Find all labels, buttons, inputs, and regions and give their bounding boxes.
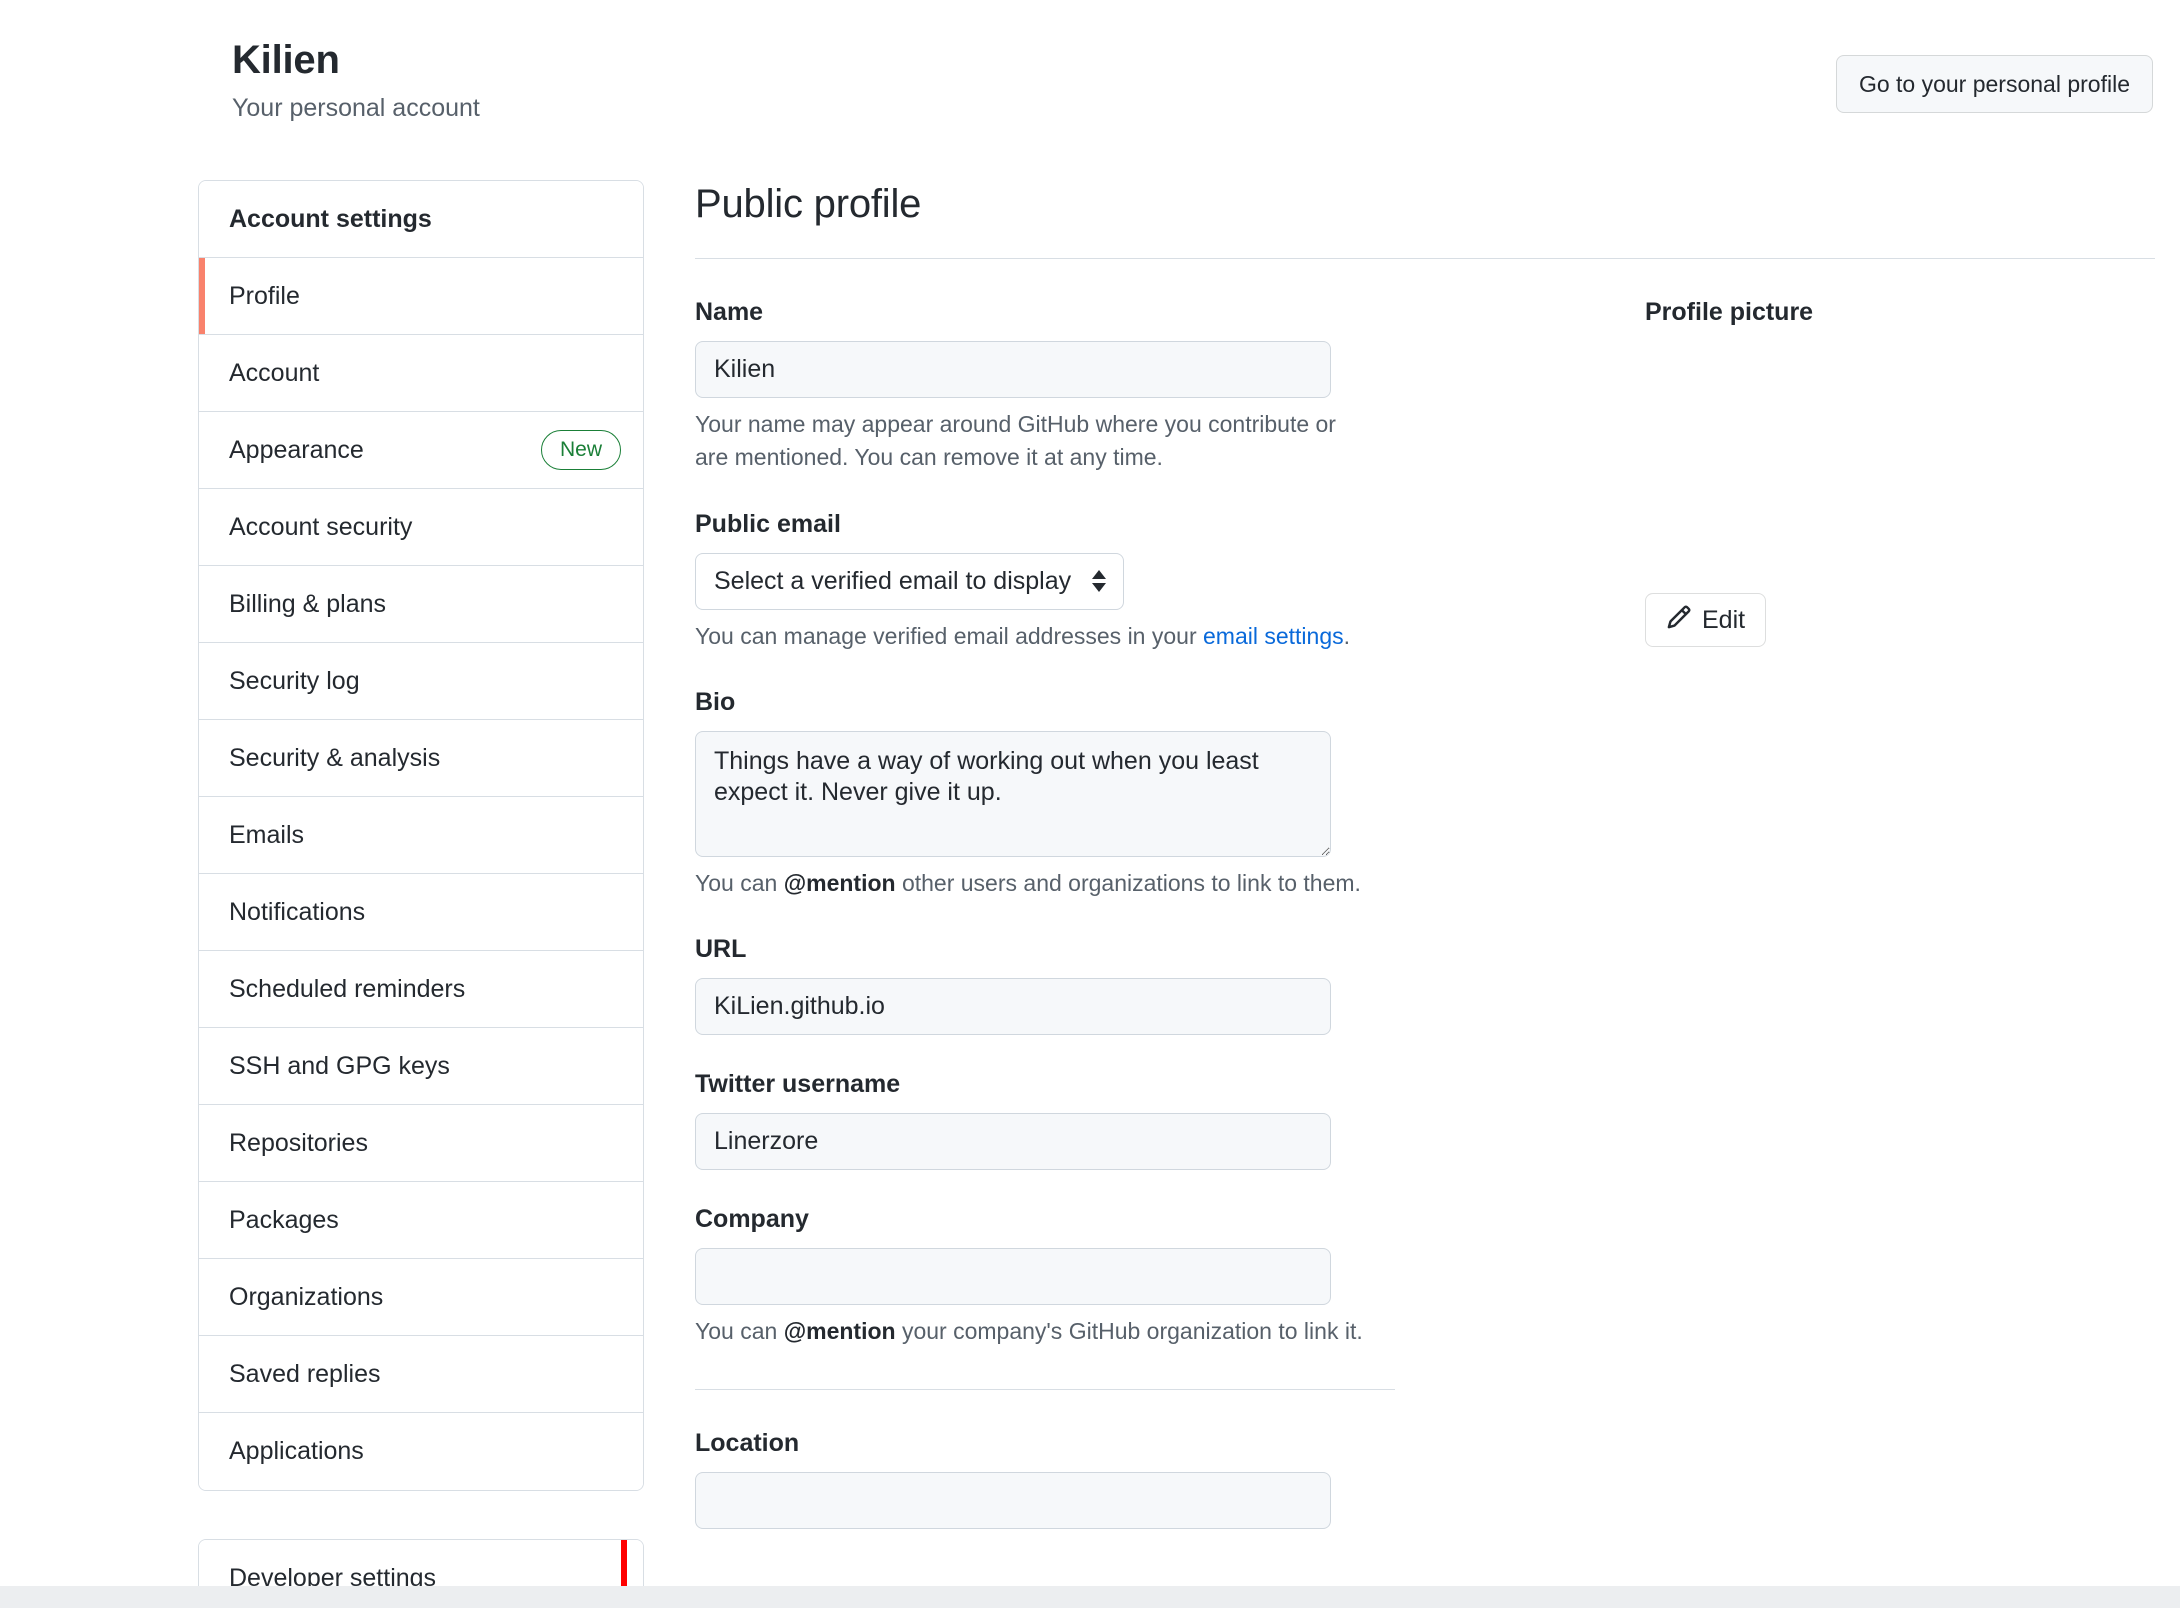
sidebar-item-notifications[interactable]: Notifications	[199, 874, 643, 951]
public-email-help-text: You can manage verified email addresses …	[695, 620, 1375, 653]
location-section-divider	[695, 1388, 1395, 1390]
company-help-text: You can @mention your company's GitHub o…	[695, 1315, 1375, 1348]
account-subtitle: Your personal account	[232, 94, 480, 122]
sidebar-item-label: SSH and GPG keys	[229, 1051, 450, 1080]
location-input[interactable]	[695, 1471, 1331, 1529]
settings-sidebar: Account settings Profile Account Appearanc…	[198, 180, 644, 1608]
sidebar-item-scheduled-reminders[interactable]: Scheduled reminders	[199, 951, 643, 1028]
sidebar-item-billing-plans[interactable]: Billing & plans	[199, 566, 643, 643]
chevron-updown-icon	[1090, 568, 1108, 594]
name-label: Name	[695, 298, 764, 326]
public-email-select-wrapper: Select a verified email to display	[695, 552, 1125, 610]
bio-help-prefix: You can	[695, 870, 784, 897]
sidebar-item-label: Account	[229, 358, 320, 387]
email-settings-link[interactable]: email settings	[1203, 623, 1344, 649]
sidebar-item-profile[interactable]: Profile	[199, 258, 643, 335]
twitter-label: Twitter username	[695, 1070, 901, 1099]
sidebar-item-label: Packages	[229, 1205, 339, 1234]
sidebar-item-saved-replies[interactable]: Saved replies	[199, 1336, 643, 1413]
public-email-field-group: Public email Select a verified email to …	[695, 509, 1595, 653]
sidebar-item-account[interactable]: Account	[199, 335, 643, 412]
sidebar-item-ssh-and-gpg-keys[interactable]: SSH and GPG keys	[199, 1028, 643, 1105]
company-help-mention: @mention	[783, 1318, 896, 1345]
company-help-prefix: You can	[695, 1318, 784, 1345]
sidebar-item-organizations[interactable]: Organizations	[199, 1259, 643, 1336]
public-email-selected-value: Select a verified email to display	[714, 566, 1072, 595]
public-email-select[interactable]: Select a verified email to display	[695, 552, 1125, 610]
pencil-icon	[1666, 604, 1692, 637]
avatar[interactable]	[1645, 345, 1925, 575]
sidebar-item-packages[interactable]: Packages	[199, 1182, 643, 1259]
sidebar-item-label: Notifications	[229, 897, 366, 926]
main-content: Public profile Name Your name may appear…	[695, 180, 2155, 1563]
location-label: Location	[695, 1428, 800, 1457]
sidebar-item-label: Appearance	[229, 435, 364, 464]
sidebar-item-label: Emails	[229, 820, 305, 849]
bio-help-text: You can @mention other users and organiz…	[695, 867, 1375, 900]
sidebar-item-label: Account security	[229, 512, 413, 541]
company-field-group: Company You can @mention your company's …	[695, 1204, 1595, 1348]
company-help-suffix: your company's GitHub organization to li…	[895, 1318, 1363, 1345]
sidebar-section-header-label: Account settings	[229, 204, 432, 233]
account-name: Kilien	[232, 38, 340, 82]
company-input[interactable]	[695, 1248, 1331, 1306]
edit-profile-picture-label: Edit	[1702, 605, 1746, 634]
name-field-group: Name Your name may appear around GitHub …	[695, 297, 1595, 475]
sidebar-item-label: Applications	[229, 1437, 364, 1465]
twitter-field-group: Twitter username	[695, 1069, 1595, 1171]
profile-form-column: Name Your name may appear around GitHub …	[695, 297, 1595, 1563]
profile-picture-heading: Profile picture	[1645, 298, 1814, 326]
twitter-input[interactable]	[695, 1113, 1331, 1171]
sidebar-item-label: Billing & plans	[229, 589, 387, 618]
name-help-text: Your name may appear around GitHub where…	[695, 411, 1336, 471]
page-title: Public profile	[695, 182, 922, 226]
go-to-personal-profile-button[interactable]: Go to your personal profile	[1835, 55, 2153, 113]
location-field-group: Location	[695, 1428, 1595, 1529]
company-label: Company	[695, 1205, 809, 1234]
name-input[interactable]	[695, 341, 1331, 398]
sidebar-item-repositories[interactable]: Repositories	[199, 1105, 643, 1182]
sidebar-item-emails[interactable]: Emails	[199, 797, 643, 874]
bio-label: Bio	[695, 688, 736, 717]
url-field-group: URL	[695, 934, 1595, 1036]
sidebar-item-label: Organizations	[229, 1282, 384, 1311]
sidebar-item-label: Repositories	[229, 1128, 368, 1157]
profile-columns: Name Your name may appear around GitHub …	[695, 297, 2155, 1563]
bio-field-group: Bio Things have a way of working out whe…	[695, 687, 1595, 900]
account-settings-nav-card: Account settings Profile Account Appearanc…	[198, 180, 644, 1491]
sidebar-item-appearance[interactable]: Appearance New	[199, 412, 643, 489]
sidebar-item-label: Profile	[229, 281, 300, 310]
sidebar-item-label: Scheduled reminders	[229, 974, 466, 1003]
profile-picture-column: Profile picture Edit	[1595, 297, 2155, 1563]
bio-textarea[interactable]: Things have a way of working out when yo…	[695, 731, 1331, 858]
url-label: URL	[695, 935, 747, 964]
sidebar-item-account-security[interactable]: Account security	[199, 489, 643, 566]
sidebar-item-security-analysis[interactable]: Security & analysis	[199, 720, 643, 797]
sidebar-item-security-log[interactable]: Security log	[199, 643, 643, 720]
sidebar-item-applications[interactable]: Applications	[199, 1413, 643, 1490]
sidebar-item-label: Security log	[229, 666, 360, 695]
settings-page: Kilien Your personal account Go to your …	[0, 0, 2180, 1608]
edit-profile-picture-button[interactable]: Edit	[1645, 593, 1767, 647]
sidebar-section-header: Account settings	[199, 181, 643, 258]
sidebar-item-label: Security & analysis	[229, 743, 441, 772]
url-input[interactable]	[695, 978, 1331, 1036]
public-email-help-suffix: .	[1343, 622, 1351, 649]
bio-help-suffix: other users and organizations to link to…	[895, 870, 1361, 897]
footer-band	[0, 1586, 2180, 1608]
bio-help-mention: @mention	[783, 870, 896, 897]
public-email-help-prefix: You can manage verified email addresses …	[695, 622, 1203, 649]
page-header: Kilien Your personal account Go to your …	[0, 0, 2180, 152]
new-badge: New	[540, 430, 621, 470]
sidebar-item-label: Saved replies	[229, 1359, 381, 1388]
public-email-label: Public email	[695, 509, 841, 538]
title-divider	[695, 258, 2155, 259]
